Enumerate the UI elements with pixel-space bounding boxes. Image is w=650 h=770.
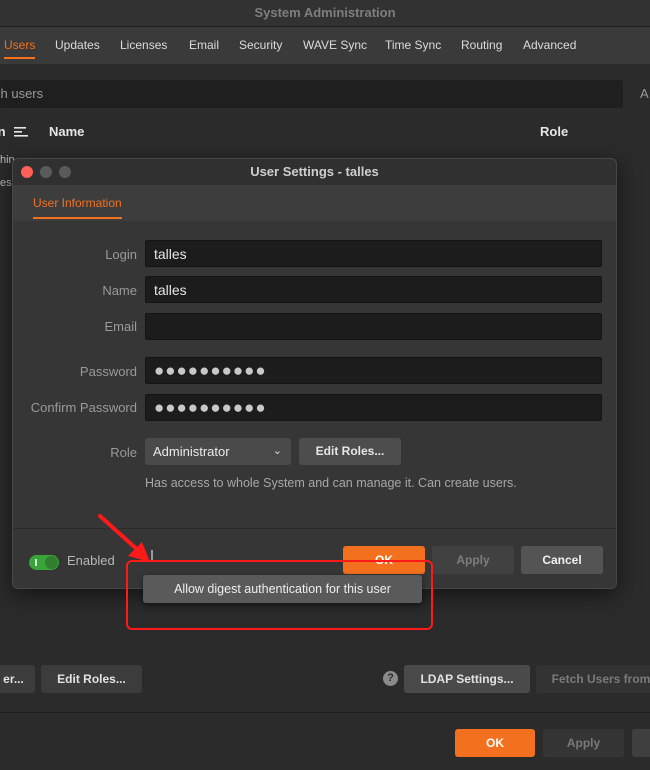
- toggle-knob: [45, 556, 58, 569]
- help-icon[interactable]: ?: [383, 671, 398, 686]
- dialog-apply-button[interactable]: Apply: [432, 546, 514, 574]
- login-label: Login: [105, 247, 137, 262]
- window-title: System Administration: [0, 0, 650, 27]
- row-fragment-2: es: [0, 177, 12, 189]
- tab-users[interactable]: Users: [4, 27, 36, 64]
- password-field[interactable]: ●●●●●●●●●●: [145, 357, 602, 384]
- column-header-login[interactable]: in: [0, 124, 29, 140]
- minimize-window-icon[interactable]: [40, 166, 52, 178]
- name-label: Name: [102, 283, 137, 298]
- tab-routing[interactable]: Routing: [461, 27, 502, 64]
- tab-licenses[interactable]: Licenses: [120, 27, 167, 64]
- search-trailing-label: A: [640, 86, 649, 101]
- tab-wave-sync[interactable]: WAVE Sync: [303, 27, 367, 64]
- main-tab-bar: Users Updates Licenses Email Security WA…: [0, 27, 650, 64]
- role-description: Has access to whole System and can manag…: [145, 476, 517, 490]
- tab-time-sync[interactable]: Time Sync: [385, 27, 441, 64]
- email-field[interactable]: [145, 313, 602, 340]
- search-placeholder: ch users: [0, 86, 44, 101]
- toggle-on-mark: [35, 559, 37, 566]
- confirm-password-label: Confirm Password: [30, 400, 137, 415]
- dialog-cancel-button[interactable]: Cancel: [521, 546, 603, 574]
- chevron-down-icon: ⌄: [272, 445, 282, 457]
- close-window-icon[interactable]: [21, 166, 33, 178]
- name-field[interactable]: talles: [145, 276, 602, 303]
- fetch-users-button[interactable]: Fetch Users from: [536, 665, 650, 693]
- column-header-login-label: in: [0, 124, 6, 139]
- main-cancel-button-partial[interactable]: [632, 729, 650, 757]
- zoom-window-icon[interactable]: [59, 166, 71, 178]
- tab-advanced[interactable]: Advanced: [523, 27, 576, 64]
- edit-roles-main-button[interactable]: Edit Roles...: [41, 665, 142, 693]
- ldap-settings-button[interactable]: LDAP Settings...: [404, 665, 530, 693]
- role-select-value: Administrator: [153, 444, 230, 459]
- tab-email[interactable]: Email: [189, 27, 219, 64]
- edit-roles-button[interactable]: Edit Roles...: [299, 438, 401, 465]
- tab-user-information[interactable]: User Information: [33, 185, 122, 221]
- confirm-password-field[interactable]: ●●●●●●●●●●: [145, 394, 602, 421]
- column-header-role[interactable]: Role: [540, 124, 568, 139]
- dialog-tab-bar: User Information: [13, 185, 616, 221]
- role-label: Role: [110, 445, 137, 460]
- sort-icon: [14, 125, 29, 140]
- tab-security[interactable]: Security: [239, 27, 282, 64]
- main-ok-button[interactable]: OK: [455, 729, 535, 757]
- column-header-name[interactable]: Name: [49, 124, 84, 139]
- email-label: Email: [104, 319, 137, 334]
- tab-updates[interactable]: Updates: [55, 27, 100, 64]
- password-label: Password: [79, 364, 137, 379]
- annotation-highlight-box: [126, 560, 433, 630]
- dialog-title: User Settings - talles: [13, 159, 616, 185]
- search-input[interactable]: ch users: [0, 80, 623, 108]
- main-apply-button[interactable]: Apply: [543, 729, 624, 757]
- role-select[interactable]: Administrator ⌄: [145, 438, 291, 465]
- partial-left-button[interactable]: er...: [0, 665, 35, 693]
- enabled-toggle[interactable]: [29, 555, 59, 570]
- annotation-arrow-icon: [96, 512, 156, 573]
- bottom-separator: [0, 712, 650, 713]
- login-field[interactable]: talles: [145, 240, 602, 267]
